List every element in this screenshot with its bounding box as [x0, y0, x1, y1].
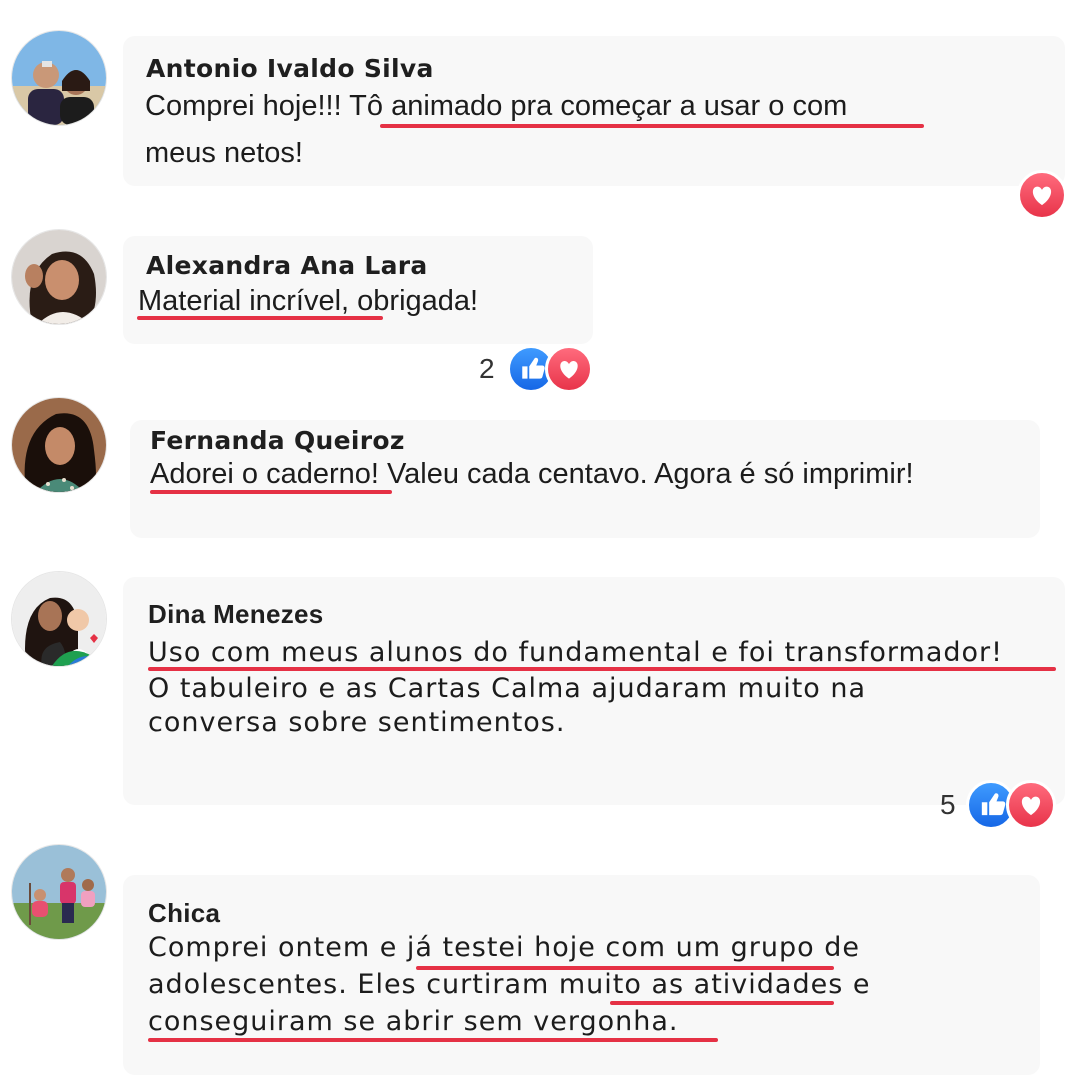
- highlight-underline: [150, 490, 392, 494]
- comment-author[interactable]: Dina Menezes: [148, 599, 324, 630]
- comment-text: Adorei o caderno! Valeu cada centavo. Ag…: [150, 458, 914, 490]
- love-icon[interactable]: [1006, 780, 1056, 830]
- comment-text: adolescentes. Eles curtiram muito as ati…: [148, 969, 871, 1000]
- comment-text: Uso com meus alunos do fundamental e foi…: [148, 637, 1003, 668]
- highlight-underline: [380, 124, 924, 128]
- highlight-underline: [416, 966, 834, 970]
- comment-author[interactable]: Alexandra Ana Lara: [146, 251, 428, 280]
- reaction-count[interactable]: 2: [479, 353, 495, 385]
- comment-text: O tabuleiro e as Cartas Calma ajudaram m…: [148, 673, 867, 704]
- avatar[interactable]: [12, 31, 106, 125]
- comment-text: Material incrível, obrigada!: [138, 285, 479, 317]
- highlight-underline: [137, 316, 383, 320]
- love-icon[interactable]: [545, 345, 593, 393]
- avatar[interactable]: [12, 845, 106, 939]
- comment-text: conseguiram se abrir sem vergonha.: [148, 1006, 679, 1037]
- highlight-underline: [148, 1038, 718, 1042]
- avatar[interactable]: [12, 398, 106, 492]
- comment-author[interactable]: Antonio Ivaldo Silva: [146, 54, 434, 83]
- love-icon[interactable]: [1017, 170, 1067, 220]
- comment-author[interactable]: Chica: [148, 898, 220, 929]
- reaction-count[interactable]: 5: [940, 789, 956, 821]
- highlight-underline: [148, 667, 1056, 671]
- comment-text: Comprei ontem e já testei hoje com um gr…: [148, 932, 861, 963]
- comment-text: Comprei hoje!!! Tô animado pra começar a…: [145, 90, 848, 122]
- avatar[interactable]: [12, 572, 106, 666]
- highlight-underline: [610, 1001, 834, 1005]
- comment-text: meus netos!: [145, 137, 303, 169]
- avatar[interactable]: [12, 230, 106, 324]
- comment-text: conversa sobre sentimentos.: [148, 707, 566, 738]
- comment-author[interactable]: Fernanda Queiroz: [150, 426, 405, 455]
